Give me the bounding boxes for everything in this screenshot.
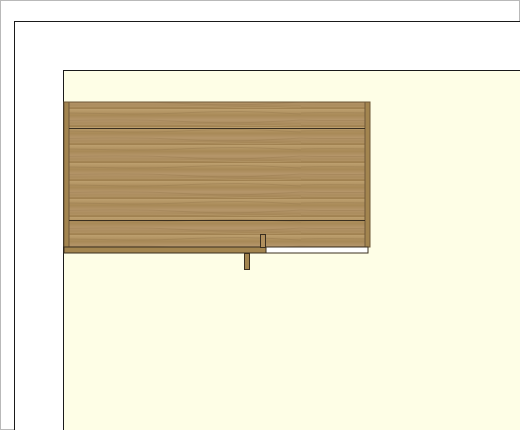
cabinet-right-panel (364, 101, 371, 248)
floor-plan-drawing[interactable] (1, 1, 520, 430)
cabinet-handle-notch (260, 234, 266, 248)
plan-view-canvas[interactable] (0, 0, 520, 430)
cabinet-base-strip (63, 246, 267, 254)
cabinet-left-panel (63, 101, 70, 248)
cabinet-support-post (244, 253, 250, 270)
cabinet-base-outline-right (265, 246, 369, 254)
cabinet-top-surface (63, 101, 371, 248)
cabinet-furniture[interactable] (63, 101, 371, 270)
